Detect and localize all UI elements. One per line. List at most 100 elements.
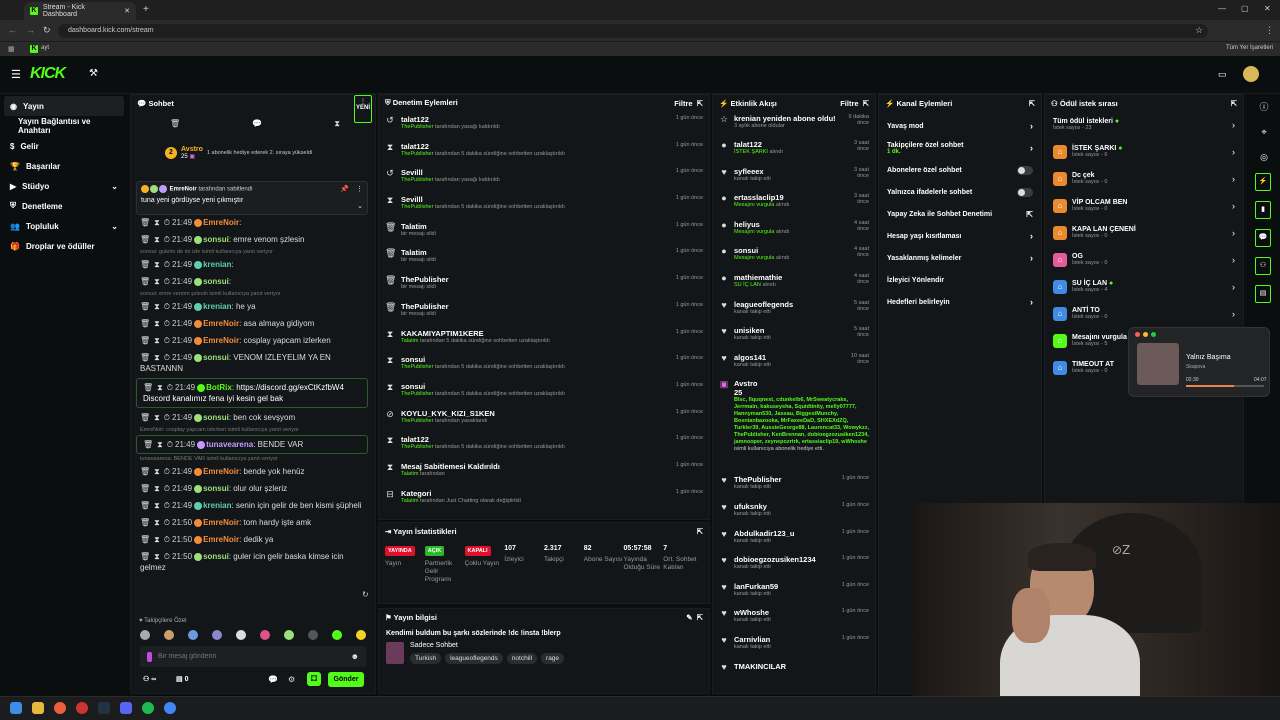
- activity-item[interactable]: ● talat122 İSTEK ŞARKI alındı 3 saat önce: [713, 138, 875, 165]
- reload-icon[interactable]: ↻: [43, 25, 51, 36]
- trash-icon[interactable]: 🗑: [140, 518, 150, 527]
- minimize-icon[interactable]: —: [1218, 4, 1226, 13]
- timeout-icon[interactable]: ⧗: [154, 501, 160, 510]
- bot-icon[interactable]: ⚃: [307, 672, 321, 686]
- trash-icon[interactable]: 🗑: [140, 302, 150, 311]
- activity-item[interactable]: ♥ Carnivlian kanalı takip etti 1 gün önce: [713, 633, 875, 660]
- target-icon[interactable]: ◎: [1254, 152, 1274, 163]
- timeout-icon[interactable]: ⧗: [154, 353, 160, 362]
- message-user[interactable]: sonsui: [203, 484, 229, 493]
- message-user[interactable]: EmreNoir: [203, 518, 239, 527]
- chrome-icon[interactable]: [76, 702, 88, 714]
- reward-item[interactable]: ⌂ SU İÇ LAN ● İstek sayısı - 4 ›: [1045, 273, 1243, 300]
- rail-button[interactable]: ⚇: [1255, 257, 1271, 275]
- apps-icon[interactable]: ▦: [8, 45, 15, 53]
- forward-icon[interactable]: →: [26, 25, 35, 35]
- new-messages-button[interactable]: ⋮ YENİ: [354, 95, 372, 123]
- send-button[interactable]: Gönder: [328, 672, 364, 687]
- trash-icon[interactable]: 🗑: [140, 319, 150, 328]
- emote-icon[interactable]: [140, 630, 150, 640]
- maximize-icon[interactable]: ▢: [1241, 4, 1249, 13]
- maximize-dot[interactable]: [1151, 332, 1156, 337]
- reward-item[interactable]: ⌂ ANTİ TO İstek sayısı - 0 ›: [1045, 300, 1243, 327]
- activity-item[interactable]: ♥ wWhoshe kanalı takip etti 1 gün önce: [713, 606, 875, 633]
- activity-item[interactable]: ♥ leagueoflegends kanalı takip etti 5 saat …: [713, 297, 875, 324]
- discord-icon[interactable]: [120, 702, 132, 714]
- popout-icon[interactable]: ⇱: [697, 613, 703, 622]
- trash-icon[interactable]: 🗑: [143, 383, 153, 392]
- steam-icon[interactable]: [98, 702, 110, 714]
- toggle-switch[interactable]: [1017, 187, 1033, 197]
- trash-icon[interactable]: 🗑: [140, 535, 150, 544]
- chat-input-box[interactable]: ☻: [140, 646, 366, 667]
- emote-icon[interactable]: [236, 630, 246, 640]
- activity-item[interactable]: ● ertasslaclip19 Mesajını vurgula alındı 3 …: [713, 191, 875, 218]
- modlog-item[interactable]: ↺ talat122 ThePublisher tarafından yasağı …: [379, 112, 709, 139]
- activity-item[interactable]: ♥ algos141 kanalı takip etti 10 saat önce: [713, 350, 875, 377]
- trash-icon[interactable]: 🗑: [140, 353, 150, 362]
- rail-button[interactable]: 💬: [1255, 229, 1271, 247]
- minimize-dot[interactable]: [1143, 332, 1148, 337]
- timeout-icon[interactable]: ⧗: [154, 413, 160, 422]
- firefox-icon[interactable]: [54, 702, 66, 714]
- channel-action[interactable]: Hedefleri belirleyin ›: [879, 291, 1041, 313]
- screen-icon[interactable]: ▭: [1218, 69, 1227, 80]
- timeout-icon[interactable]: ⧗: [154, 235, 160, 244]
- timeout-icon[interactable]: ⧗: [154, 518, 160, 527]
- reward-item[interactable]: ⌂ VİP OLCAM BEN İstek sayısı - 0 ›: [1045, 192, 1243, 219]
- emote-icon[interactable]: [284, 630, 294, 640]
- message-user[interactable]: krenian: [203, 260, 231, 269]
- modlog-item[interactable]: 🗑 ThePublisher bir mesajı sildi 1 gün önce: [379, 272, 709, 299]
- trash-icon[interactable]: 🗑: [140, 501, 150, 510]
- all-bookmarks[interactable]: Tüm Yer İşaretleri: [1226, 45, 1273, 51]
- modlog-item[interactable]: 🗑 ThePublisher bir mesajı sildi 1 gün önce: [379, 299, 709, 326]
- file-explorer-icon[interactable]: [32, 702, 44, 714]
- spotify-icon[interactable]: [142, 702, 154, 714]
- emote-icon[interactable]: [332, 630, 342, 640]
- channel-action[interactable]: Yapay Zeka ile Sohbet Denetimi ⇱: [879, 203, 1041, 225]
- bookmark-item[interactable]: ayt: [41, 45, 49, 51]
- channel-action[interactable]: Yalnızca ifadelerle sohbet: [879, 181, 1041, 203]
- browser-tab[interactable]: K Stream - Kick Dashboard ✕: [24, 2, 136, 20]
- channel-action[interactable]: Abonelere özel sohbet: [879, 159, 1041, 181]
- timeout-icon[interactable]: ⧗: [157, 383, 163, 392]
- back-icon[interactable]: ←: [8, 25, 17, 35]
- browser-icon[interactable]: [164, 702, 176, 714]
- pinned-menu-icon[interactable]: ⋮: [356, 185, 363, 193]
- message-user[interactable]: sonsui: [203, 277, 229, 286]
- activity-item[interactable]: ♥ dobioegzozusiken1234 kanalı takip etti 1 …: [713, 553, 875, 580]
- emote-icon[interactable]: [188, 630, 198, 640]
- message-user[interactable]: krenian: [203, 302, 231, 311]
- modlog-filter[interactable]: Filtre ⇱: [674, 99, 703, 108]
- window-close-icon[interactable]: ✕: [1264, 4, 1271, 13]
- activity-item[interactable]: ♥ TMAKINCILAR: [713, 659, 875, 686]
- timer-icon[interactable]: ⧗: [334, 119, 340, 129]
- hammer-icon[interactable]: ⚒: [89, 68, 98, 79]
- message-user[interactable]: tunavearena: [206, 440, 253, 449]
- chat-bubble-icon[interactable]: 💬: [268, 675, 278, 684]
- sidebar-item-4[interactable]: ▶ Stüdyo ⌄: [0, 176, 128, 196]
- popout-icon[interactable]: ⇱: [697, 527, 703, 536]
- activity-item[interactable]: ● mathiemathie SU İÇ LAN alındı 4 saat önce: [713, 271, 875, 298]
- channel-action[interactable]: Takipçilere özel sohbet 1 dk. ›: [879, 137, 1041, 159]
- rail-button[interactable]: ▮: [1255, 201, 1271, 219]
- activity-item[interactable]: ♥ Abdulkadir123_u kanalı takip etti 1 gün ö…: [713, 526, 875, 553]
- message-user[interactable]: EmreNoir: [203, 319, 239, 328]
- stream-tag[interactable]: notchill: [506, 653, 538, 664]
- trash-icon[interactable]: 🗑: [170, 119, 180, 129]
- kick-logo[interactable]: KICK: [30, 65, 66, 83]
- popout-icon[interactable]: ⇱: [1029, 99, 1035, 108]
- new-tab-icon[interactable]: +: [143, 4, 149, 15]
- close-dot[interactable]: [1135, 332, 1140, 337]
- timeout-icon[interactable]: ⧗: [154, 552, 160, 561]
- chat-bubble-icon[interactable]: 💬: [252, 119, 262, 129]
- message-user[interactable]: sonsui: [203, 235, 229, 244]
- toggle-switch[interactable]: [1017, 165, 1033, 175]
- activity-item[interactable]: ● heliyus Mesajını vurgula alındı 4 saat ön…: [713, 217, 875, 244]
- sidebar-item-5[interactable]: ⛨ Denetleme: [0, 196, 128, 216]
- trash-icon[interactable]: 🗑: [140, 467, 150, 476]
- channel-action[interactable]: Yavaş mod ›: [879, 115, 1041, 137]
- sidebar-item-1[interactable]: Yayın Bağlantısı ve Anahtarı: [0, 116, 128, 136]
- stream-tag[interactable]: Turkish: [410, 653, 442, 664]
- rail-button[interactable]: ⚡: [1255, 173, 1271, 191]
